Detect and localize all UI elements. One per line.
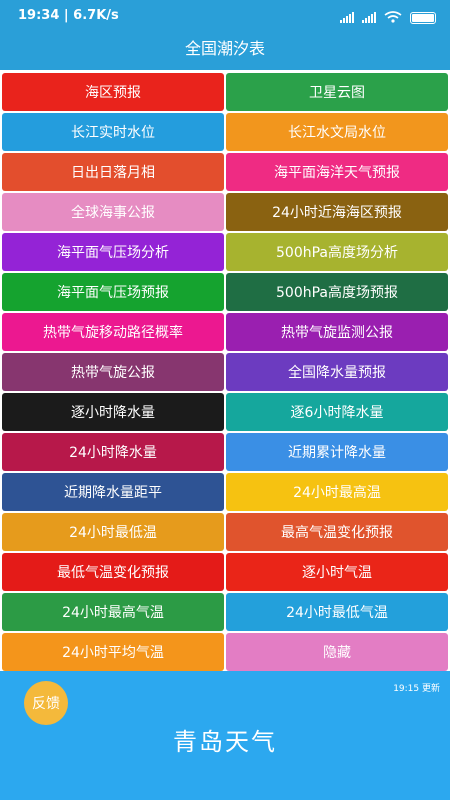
menu-tile[interactable]: 隐藏 [226, 633, 448, 671]
menu-tile[interactable]: 500hPa高度场分析 [226, 233, 448, 271]
menu-grid: 海区预报 卫星云图 长江实时水位 长江水文局水位 日出日落月相 海平面海洋天气预报 全球海事… [2, 73, 448, 671]
menu-tile[interactable]: 海平面气压场预报 [2, 273, 224, 311]
menu-tile[interactable]: 逐6小时降水量 [226, 393, 448, 431]
menu-tile[interactable]: 热带气旋公报 [2, 353, 224, 391]
city-weather-title: 青岛天气 [173, 728, 277, 756]
menu-tile[interactable]: 24小时平均气温 [2, 633, 224, 671]
menu-tile[interactable]: 海平面气压场分析 [2, 233, 224, 271]
menu-tile[interactable]: 近期累计降水量 [226, 433, 448, 471]
menu-tile[interactable]: 24小时降水量 [2, 433, 224, 471]
menu-tile[interactable]: 24小时最低温 [2, 513, 224, 551]
menu-tile[interactable]: 24小时近海海区预报 [226, 193, 448, 231]
battery-icon [410, 11, 436, 24]
wifi-icon [384, 8, 402, 27]
status-time: 19:34 | 6.7K/s [18, 8, 119, 23]
menu-tile[interactable]: 长江水文局水位 [226, 113, 448, 151]
menu-tile[interactable]: 全球海事公报 [2, 193, 224, 231]
status-bar: 19:34 | 6.7K/s [0, 0, 450, 32]
menu-tile[interactable]: 逐小时气温 [226, 553, 448, 591]
menu-tile[interactable]: 最低气温变化预报 [2, 553, 224, 591]
menu-tile[interactable]: 海平面海洋天气预报 [226, 153, 448, 191]
menu-tile[interactable]: 24小时最低气温 [226, 593, 448, 631]
weather-panel[interactable]: 反馈 19:15 更新 青岛天气 [0, 671, 450, 800]
page-title: 全国潮汐表 [184, 39, 265, 58]
menu-tile[interactable]: 卫星云图 [226, 73, 448, 111]
page-title-bar: 全国潮汐表 [0, 32, 450, 70]
signal-icon [340, 12, 354, 23]
menu-tile[interactable]: 长江实时水位 [2, 113, 224, 151]
menu-tile[interactable]: 24小时最高温 [226, 473, 448, 511]
menu-tile[interactable]: 逐小时降水量 [2, 393, 224, 431]
menu-tile[interactable]: 500hPa高度场预报 [226, 273, 448, 311]
status-icons [340, 8, 436, 27]
menu-tile[interactable]: 24小时最高气温 [2, 593, 224, 631]
menu-tile[interactable]: 海区预报 [2, 73, 224, 111]
menu-tile[interactable]: 全国降水量预报 [226, 353, 448, 391]
menu-tile[interactable]: 热带气旋移动路径概率 [2, 313, 224, 351]
menu-tile[interactable]: 热带气旋监测公报 [226, 313, 448, 351]
menu-tile[interactable]: 最高气温变化预报 [226, 513, 448, 551]
menu-tile[interactable]: 近期降水量距平 [2, 473, 224, 511]
feedback-button[interactable]: 反馈 [24, 681, 68, 725]
menu-tile[interactable]: 日出日落月相 [2, 153, 224, 191]
signal-2-icon [362, 12, 376, 23]
update-time: 19:15 更新 [393, 684, 440, 694]
